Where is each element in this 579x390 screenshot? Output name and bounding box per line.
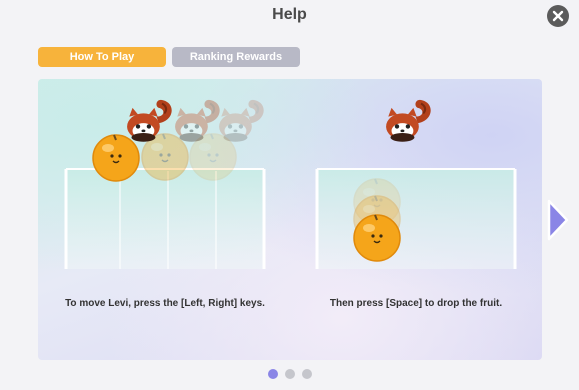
fruit-right: [353, 214, 401, 262]
page-dot-3[interactable]: [302, 369, 312, 379]
arrow-right-icon: [547, 199, 569, 241]
next-button[interactable]: [546, 198, 570, 247]
page-dot-2[interactable]: [285, 369, 295, 379]
step-2-caption: Then press [Space] to drop the fruit.: [329, 298, 503, 309]
right-jar: [315, 168, 517, 269]
close-button[interactable]: [547, 5, 569, 27]
panda-ghost-3: [218, 98, 265, 143]
fruit-left: [92, 134, 140, 182]
tutorial-illustration: [64, 98, 517, 269]
panda-character-right: [385, 98, 432, 143]
tutorial-panel: To move Levi, press the [Left, Right] ke…: [38, 79, 542, 360]
page-dot-1[interactable]: [268, 369, 278, 379]
tab-bar: How To Play Ranking Rewards: [38, 47, 300, 67]
left-jar: [64, 168, 266, 269]
pagination: [268, 369, 312, 379]
close-icon: [552, 10, 564, 22]
step-1-caption: To move Levi, press the [Left, Right] ke…: [65, 298, 265, 309]
tab-how-to-play[interactable]: How To Play: [38, 47, 166, 67]
tab-ranking-rewards[interactable]: Ranking Rewards: [172, 47, 300, 67]
page-title: Help: [272, 6, 307, 23]
